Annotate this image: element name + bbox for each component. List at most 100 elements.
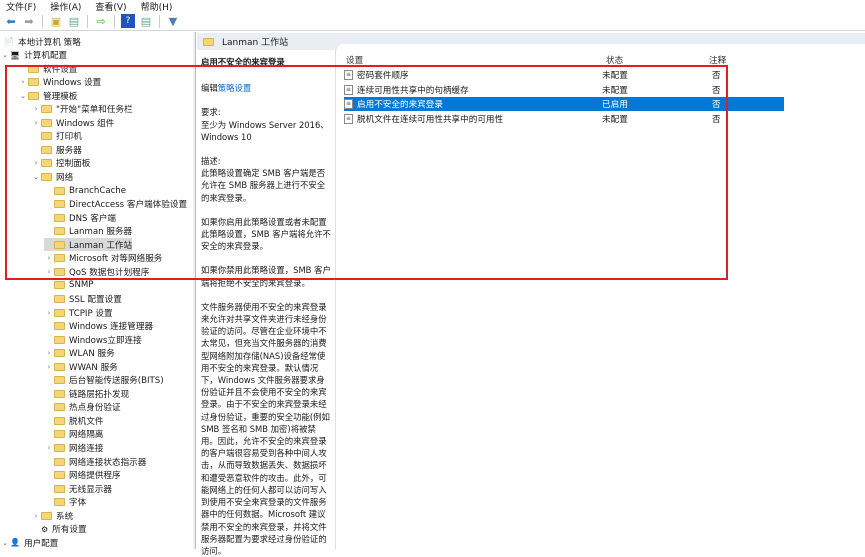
tree-item-label: 后台智能传送服务(BITS)	[69, 376, 164, 387]
tree-item-label: 用户配置	[23, 538, 59, 549]
tree-item[interactable]: › 网络连接	[44, 442, 103, 455]
tree-item[interactable]: Windows立即连接	[44, 333, 142, 346]
tree-item[interactable]: 打印机	[31, 130, 82, 143]
tree-item[interactable]: DirectAccess 客户端体验设置	[44, 198, 187, 211]
tree-item[interactable]: 链路层拓扑发现	[44, 387, 129, 400]
chevron-right-icon[interactable]: ›	[31, 512, 41, 520]
chevron-right-icon[interactable]: ›	[44, 309, 54, 317]
chevron-right-icon[interactable]: ›	[44, 349, 54, 357]
tree-item[interactable]: 软件设置	[18, 62, 77, 75]
tree-item[interactable]: SNMP	[44, 279, 93, 292]
help-icon[interactable]: ?	[121, 14, 135, 28]
tree-item[interactable]: 网络连接状态指示器	[44, 455, 146, 468]
edit-policy-link[interactable]: 策略设置	[218, 83, 252, 93]
tree-item-label: 热点身份验证	[69, 403, 121, 414]
folder-icon	[28, 91, 39, 100]
tree-item[interactable]: ⌄ 🖥 计算机配置	[0, 49, 67, 62]
chevron-right-icon[interactable]: ›	[44, 444, 54, 452]
chevron-down-icon[interactable]: ⌄	[18, 92, 28, 100]
up-folder-icon[interactable]: ▣	[49, 14, 63, 28]
tree-item[interactable]: Lanman 工作站	[44, 238, 133, 252]
tree-item[interactable]: › QoS 数据包计划程序	[44, 265, 149, 278]
filter-icon[interactable]: ▼	[166, 14, 180, 28]
tree-item[interactable]: › 控制面板	[31, 157, 90, 170]
chevron-down-icon[interactable]: ⌄	[31, 173, 41, 181]
tree-item[interactable]: 热点身份验证	[44, 401, 121, 414]
tree-item[interactable]: 网络提供程序	[44, 469, 121, 482]
setting-row[interactable]: ≡ 连续可用性共享中的句柄缓存 未配置 否	[344, 83, 734, 97]
tree-item-label: Windows 组件	[56, 118, 115, 129]
tree-pane: 📄 本地计算机 策略 ⌄ 🖥 计算机配置 软件设置 › Windows 设置 ⌄ 管理模板 › "开始…	[0, 32, 196, 549]
folder-icon	[54, 498, 65, 507]
folder-icon	[54, 335, 65, 344]
chevron-down-icon[interactable]: ⌄	[0, 51, 10, 59]
menu-view[interactable]: 查看(V)	[95, 0, 126, 13]
forward-icon[interactable]: ➡	[22, 14, 36, 28]
folder-icon	[54, 308, 65, 317]
tree-item[interactable]: › WLAN 服务	[44, 347, 115, 360]
setting-state: 未配置	[602, 114, 628, 125]
tree-item[interactable]: › Windows 设置	[18, 76, 101, 89]
tree-item[interactable]: Lanman 服务器	[44, 225, 132, 238]
folder-icon	[54, 389, 65, 398]
chevron-right-icon[interactable]: ›	[18, 78, 28, 86]
chevron-right-icon[interactable]: ›	[44, 254, 54, 262]
chevron-right-icon[interactable]: ›	[31, 105, 41, 113]
chevron-right-icon[interactable]: ›	[44, 363, 54, 371]
setting-row[interactable]: ≡ 启用不安全的来宾登录 已启用 否	[344, 97, 784, 111]
folder-icon	[54, 186, 65, 195]
policy-title: 启用不安全的来宾登录	[201, 57, 285, 67]
folder-icon	[28, 78, 39, 87]
tree-item[interactable]: 脱机文件	[44, 414, 103, 427]
tree-item[interactable]: DNS 客户端	[44, 211, 116, 224]
folder-icon	[41, 159, 52, 168]
tree-item[interactable]: › "开始"菜单和任务栏	[31, 103, 133, 116]
chevron-right-icon[interactable]: ›	[31, 119, 41, 127]
setting-row[interactable]: ≡ 脱机文件在连续可用性共享中的可用性 未配置 否	[344, 112, 734, 126]
description-pane: 启用不安全的来宾登录 编辑策略设置 要求: 至少为 Windows Server…	[197, 50, 335, 556]
setting-row[interactable]: ≡ 密码套件顺序 未配置 否	[344, 68, 734, 82]
tree-item[interactable]: › 系统	[31, 509, 73, 522]
export-icon[interactable]: ⇨	[94, 14, 108, 28]
properties-icon[interactable]: ▤	[139, 14, 153, 28]
tree-item[interactable]: SSL 配置设置	[44, 292, 122, 305]
tree-item[interactable]: 网络隔离	[44, 428, 103, 441]
tree-item[interactable]: › TCPIP 设置	[44, 306, 113, 319]
tree-item[interactable]: Windows 连接管理器	[44, 320, 153, 333]
chevron-down-icon[interactable]: ⌄	[0, 539, 10, 547]
tree-item[interactable]: ⌄ 网络	[31, 171, 73, 184]
column-comment[interactable]: 注释	[709, 54, 726, 66]
tree-item[interactable]: BranchCache	[44, 184, 126, 197]
tree-item[interactable]: › WWAN 服务	[44, 360, 118, 373]
show-hide-tree-icon[interactable]: ▤	[67, 14, 81, 28]
chevron-right-icon[interactable]: ›	[31, 159, 41, 167]
tree-item[interactable]: 后台智能传送服务(BITS)	[44, 374, 164, 387]
menu-help[interactable]: 帮助(H)	[141, 0, 173, 13]
tree-item-label: 打印机	[56, 132, 82, 143]
column-setting[interactable]: 设置	[346, 54, 363, 66]
tree-item-label: DNS 客户端	[69, 213, 117, 224]
folder-icon	[28, 64, 39, 73]
tree-item[interactable]: 字体	[44, 496, 86, 509]
tree-item-label: 服务器	[56, 145, 82, 156]
tree-item[interactable]: 服务器	[31, 143, 82, 156]
tree-item[interactable]: 📄 本地计算机 策略	[4, 35, 81, 48]
folder-icon	[54, 349, 65, 358]
description-details: 文件服务器使用不安全的来宾登录来允许对共享文件夹进行未经身份验证的访问。尽管在企…	[201, 301, 330, 556]
column-state[interactable]: 状态	[606, 54, 623, 66]
tree-item[interactable]: ⌄ 👤 用户配置	[0, 536, 58, 549]
folder-icon	[54, 444, 65, 452]
tree-scrollbar[interactable]	[193, 32, 195, 549]
tree-item[interactable]: ⌄ 管理模板	[18, 89, 77, 102]
tree-item-label: 无线显示器	[69, 484, 112, 495]
folder-icon	[54, 484, 65, 493]
back-icon[interactable]: ⬅	[4, 14, 18, 28]
setting-state: 未配置	[602, 85, 628, 96]
tree-item[interactable]: › Windows 组件	[31, 116, 114, 129]
tree-item[interactable]: › Microsoft 对等网络服务	[44, 252, 162, 265]
tree-item[interactable]: ⚙ 所有设置	[31, 523, 87, 536]
menu-action[interactable]: 操作(A)	[50, 0, 81, 13]
chevron-right-icon[interactable]: ›	[44, 268, 54, 276]
tree-item[interactable]: 无线显示器	[44, 482, 112, 495]
menu-file[interactable]: 文件(F)	[6, 0, 36, 13]
